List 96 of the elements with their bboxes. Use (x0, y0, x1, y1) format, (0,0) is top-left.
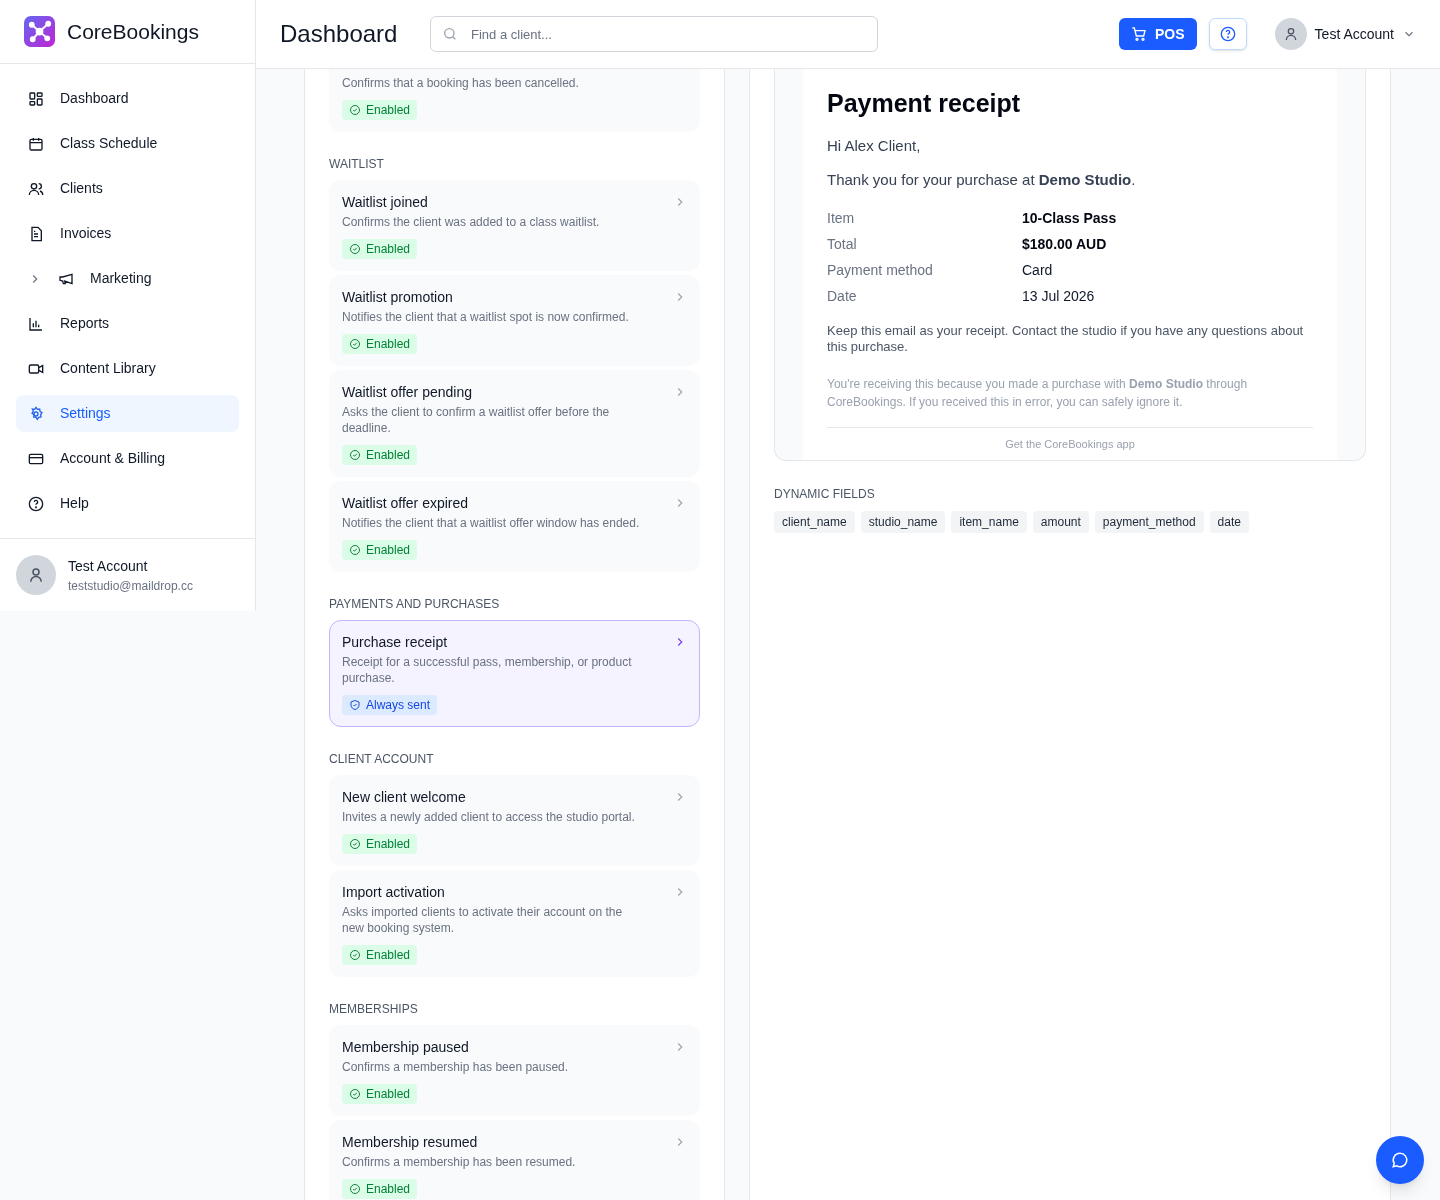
template-description: Confirms a membership has been paused. (342, 1059, 570, 1075)
section-heading: MEMBERSHIPS (329, 1001, 419, 1017)
template-title: Import activation (342, 883, 445, 901)
detail-value: $180.00 AUD (1022, 234, 1107, 254)
dynamic-field-tag[interactable]: item_name (951, 511, 1027, 533)
account-menu[interactable]: Test Account (1274, 18, 1416, 50)
sidebar-item[interactable]: Content Library (16, 350, 239, 387)
logo-icon (24, 16, 55, 47)
sidebar-item[interactable]: Invoices (16, 215, 239, 252)
email-greeting: Hi Alex Client, (827, 135, 922, 156)
template-card[interactable]: Import activation Asks imported clients to activate their account on the new booking system. Enabled (329, 870, 700, 977)
email-note: Keep this email as your receipt. Contact the studio if you have any questions about this purchase. (827, 322, 1305, 355)
users-icon (28, 180, 44, 197)
status-badge: Enabled (342, 540, 418, 560)
status-badge: Enabled (342, 445, 418, 465)
page-title: Dashboard (280, 19, 398, 49)
template-title: Waitlist promotion (342, 288, 453, 306)
brand-name: CoreBookings (67, 18, 199, 45)
template-description: Confirms the client was added to a class waitlist. (342, 214, 601, 230)
megaphone-icon (58, 270, 74, 287)
avatar (16, 555, 56, 595)
dynamic-field-tag[interactable]: payment_method (1094, 511, 1204, 533)
dynamic-field-tag[interactable]: client_name (774, 511, 855, 533)
detail-value: Card (1022, 260, 1053, 280)
template-title: Waitlist offer pending (342, 383, 472, 401)
status-badge: Enabled (342, 1084, 418, 1104)
email-footer: You're receiving this because you made a purchase with Demo Studio through CoreBookings. If you received this in error, you can safely ignore it. (827, 374, 1313, 411)
pos-button[interactable]: POS (1119, 18, 1197, 50)
status-badge: Enabled (342, 239, 418, 259)
user-email: teststudio@maildrop.cc (68, 577, 193, 595)
section-heading: DYNAMIC FIELDS (774, 486, 876, 503)
template-card[interactable]: Confirms that a booking has been cancelled. Enabled (329, 69, 700, 132)
template-card[interactable]: Membership resumed Confirms a membership has been resumed. Enabled (329, 1120, 700, 1200)
template-card[interactable]: Waitlist promotion Notifies the client that a waitlist spot is now confirmed. Enabled (329, 275, 700, 366)
template-card[interactable]: New client welcome Invites a newly added client to access the studio portal. Enabled (329, 775, 700, 866)
template-card[interactable]: Waitlist joined Confirms the client was added to a class waitlist. Enabled (329, 180, 700, 271)
dynamic-field-tag[interactable]: date (1209, 511, 1249, 533)
sidebar-item[interactable]: Help (16, 485, 239, 522)
detail-value: 10-Class Pass (1022, 208, 1117, 228)
calendar-icon (28, 135, 44, 152)
document-icon (28, 225, 44, 242)
status-badge: Enabled (342, 945, 418, 965)
template-description: Receipt for a successful pass, membership, or product purchase. (342, 654, 633, 686)
detail-label: Date (827, 286, 858, 306)
template-description: Notifies the client that a waitlist offer window has ended. (342, 515, 641, 531)
detail-label: Total (827, 234, 858, 254)
detail-label: Item (827, 208, 856, 228)
template-title: Waitlist joined (342, 193, 428, 211)
template-card[interactable]: Waitlist offer pending Asks the client to confirm a waitlist offer before the deadline. Enabled (329, 370, 700, 477)
template-title: New client welcome (342, 788, 466, 806)
bar-chart-icon (28, 315, 44, 332)
email-heading: Payment receipt (827, 88, 1022, 119)
section-heading: PAYMENTS AND PURCHASES (329, 596, 501, 612)
settings-icon (28, 405, 44, 422)
detail-label: Payment method (827, 260, 934, 280)
template-card[interactable]: Waitlist offer expired Notifies the client that a waitlist offer window has ended. Enabled (329, 481, 700, 572)
template-description: Invites a newly added client to access the studio portal. (342, 809, 636, 825)
detail-value: 13 Jul 2026 (1022, 286, 1095, 306)
section-heading: CLIENT ACCOUNT (329, 751, 435, 767)
chat-icon (1391, 1151, 1409, 1169)
template-title: Purchase receipt (342, 633, 448, 651)
template-title: Membership resumed (342, 1133, 478, 1151)
sidebar-item[interactable]: Account & Billing (16, 440, 239, 477)
user-name: Test Account (68, 556, 149, 576)
help-button[interactable] (1208, 18, 1247, 50)
sidebar-item[interactable]: Class Schedule (16, 125, 239, 162)
search-icon (442, 26, 458, 42)
email-intro: Thank you for your purchase at Demo Studio. (827, 170, 1137, 190)
help-icon (28, 495, 44, 512)
dynamic-field-tag[interactable]: studio_name (860, 511, 946, 533)
template-description: Notifies the client that a waitlist spot is now confirmed. (342, 309, 630, 325)
sidebar-item[interactable]: Reports (16, 305, 239, 342)
grid-icon (28, 90, 44, 107)
section-heading: WAITLIST (329, 156, 385, 172)
template-description: Confirms that a booking has been cancelled. (342, 75, 580, 91)
template-description: Asks imported clients to activate their account on the new booking system. (342, 904, 624, 936)
sidebar-item[interactable]: Clients (16, 170, 239, 207)
cart-icon (1131, 26, 1148, 42)
search-field[interactable]: Find a client... (430, 16, 878, 52)
status-badge: Enabled (342, 834, 418, 854)
template-description: Asks the client to confirm a waitlist offer before the deadline. (342, 404, 611, 436)
help-icon (1219, 26, 1236, 42)
template-description: Confirms a membership has been resumed. (342, 1154, 577, 1170)
status-badge: Always sent (342, 695, 438, 715)
status-badge: Enabled (342, 1179, 418, 1199)
sidebar-item[interactable]: Marketing (16, 260, 239, 297)
template-title: Membership paused (342, 1038, 469, 1056)
status-badge: Enabled (342, 100, 418, 120)
status-badge: Enabled (342, 334, 418, 354)
template-card[interactable]: Purchase receipt Receipt for a successful pass, membership, or product purchase. Always sent (329, 620, 700, 727)
template-card[interactable]: Membership paused Confirms a membership has been paused. Enabled (329, 1025, 700, 1116)
template-title: Waitlist offer expired (342, 494, 469, 512)
sidebar-item[interactable]: Settings (16, 395, 239, 432)
chat-button[interactable] (1376, 1136, 1424, 1184)
dynamic-field-tag[interactable]: amount (1032, 511, 1089, 533)
sidebar-item[interactable]: Dashboard (16, 80, 239, 117)
